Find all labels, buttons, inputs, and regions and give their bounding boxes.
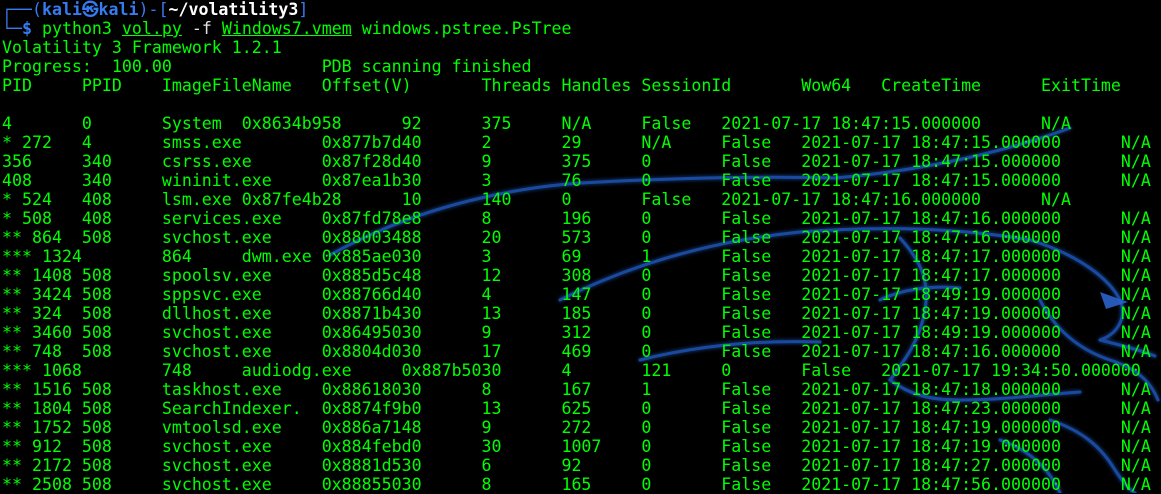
table-row: ** 1408 508 spoolsv.exe 0x885d5c48 12 30… <box>2 266 1151 285</box>
prompt-at-symbol: ㉿ <box>81 0 99 19</box>
command-script: vol.py <box>121 19 182 38</box>
table-row: * 272 4 smss.exe 0x877b7d40 2 29 N/A Fal… <box>2 133 1151 152</box>
table-row: ** 1752 508 vmtoolsd.exe 0x886a7148 9 27… <box>2 418 1151 437</box>
table-row: ** 1804 508 SearchIndexer. 0x8874f9b0 13… <box>2 399 1151 418</box>
table-row: ** 2172 508 svchost.exe 0x8881d530 6 92 … <box>2 456 1151 475</box>
prompt-line: ┌──(kali㉿kali)-[~/volatility3] <box>2 0 1151 19</box>
prompt-separator: )-[ <box>138 0 169 19</box>
command-program: python3 <box>41 19 112 38</box>
table-row: 408 340 wininit.exe 0x87ea1b30 3 76 0 Fa… <box>2 171 1151 190</box>
table-header: PID PPID ImageFileName Offset(V) Threads… <box>2 76 1121 95</box>
command-file: Windows7.vmem <box>221 19 352 38</box>
prompt-user: kali <box>41 0 82 19</box>
table-row: ** 3460 508 svchost.exe 0x86495030 9 312… <box>2 323 1151 342</box>
table-row: * 508 408 services.exe 0x87fd78e8 8 196 … <box>2 209 1151 228</box>
table-row: ** 748 508 svchost.exe 0x8804d030 17 469… <box>2 342 1151 361</box>
terminal-output: ┌──(kali㉿kali)-[~/volatility3] └─$ pytho… <box>2 0 1151 494</box>
prompt-dollar: $ <box>21 19 32 38</box>
prompt-corner-bottom: └─ <box>2 19 22 38</box>
table-row: ** 1516 508 taskhost.exe 0x88618030 8 16… <box>2 380 1151 399</box>
table-row: *** 1068 748 audiodg.exe 0x887b5030 4 12… <box>2 361 1141 380</box>
table-row: 4 0 System 0x8634b958 92 375 N/A False 2… <box>2 114 1071 133</box>
table-row: ** 324 508 dllhost.exe 0x8871b430 13 185… <box>2 304 1151 323</box>
prompt-host: kali <box>98 0 139 19</box>
command-flag: -f <box>191 19 212 38</box>
table-row: ** 864 508 svchost.exe 0x88003488 20 573… <box>2 228 1151 247</box>
progress-line: Progress: 100.00 PDB scanning finished <box>2 57 532 76</box>
table-row: ** 2508 508 svchost.exe 0x88855030 8 165… <box>2 475 1151 494</box>
command-plugin: windows.pstree.PsTree <box>361 19 572 38</box>
table-row: * 524 408 lsm.exe 0x87fe4b28 10 140 0 Fa… <box>2 190 1071 209</box>
table-row: ** 912 508 svchost.exe 0x884febd0 30 100… <box>2 437 1151 456</box>
table-row: ** 3424 508 sppsvc.exe 0x88766d40 4 147 … <box>2 285 1151 304</box>
prompt-corner-top: ┌──( <box>2 0 42 19</box>
prompt-path: ~/volatility3 <box>168 0 299 19</box>
table-row: 356 340 csrss.exe 0x87f28d40 9 375 0 Fal… <box>2 152 1151 171</box>
prompt-bracket-close: ] <box>298 0 309 19</box>
framework-version: Volatility 3 Framework 1.2.1 <box>2 38 282 57</box>
command-line[interactable]: └─$ python3 vol.py -f Windows7.vmem wind… <box>2 19 1151 38</box>
table-row: *** 1324 864 dwm.exe 0x885ae030 3 69 1 F… <box>2 247 1151 266</box>
